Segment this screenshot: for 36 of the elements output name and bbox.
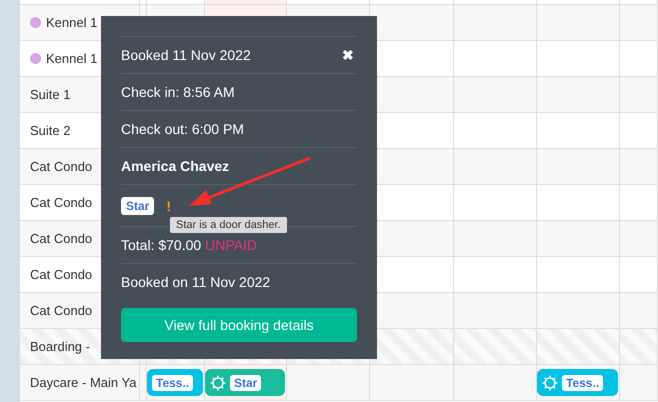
customer-name: America Chavez	[121, 158, 230, 174]
sun-icon	[542, 374, 558, 390]
booking-bar[interactable]: Star	[205, 369, 285, 396]
row-label: Cat Condo	[30, 159, 92, 174]
row-label: Cat Condo	[30, 267, 92, 282]
check-in-time: Check in: 8:56 AM	[121, 84, 235, 100]
table-cell	[620, 113, 658, 149]
table-cell	[620, 77, 658, 113]
table-cell	[620, 293, 658, 329]
row-label: Daycare - Main Ya	[30, 375, 136, 390]
booking-bar[interactable]: Tess..	[147, 369, 203, 396]
view-details-button[interactable]: View full booking details	[121, 308, 357, 342]
tooltip: Star is a door dasher.	[170, 217, 287, 233]
total-amount: Total: $70.00 UNPAID	[121, 237, 258, 253]
pet-tag: Star	[121, 196, 154, 214]
row-label: Kennel 1	[46, 15, 98, 30]
alert-mark[interactable]: !	[166, 198, 172, 214]
booked-date: Booked 11 Nov 2022	[121, 47, 251, 63]
row-label: Kennel 1	[46, 51, 98, 66]
row-label: Cat Condo	[30, 195, 92, 210]
table-cell	[620, 149, 658, 185]
booked-on-date: Booked on 11 Nov 2022	[121, 274, 270, 290]
table-cell	[620, 41, 658, 77]
table-cell	[620, 5, 658, 41]
row-label: Suite 2	[30, 123, 70, 138]
close-icon[interactable]: ✖	[342, 47, 354, 63]
row-label: Boarding -	[30, 339, 90, 354]
row-label: Cat Condo	[30, 303, 92, 318]
row-label: Cat Condo	[30, 231, 92, 246]
booking-bar[interactable]: Tess..	[537, 369, 618, 396]
table-cell	[620, 221, 658, 257]
table-cell	[620, 185, 658, 221]
sun-icon	[210, 374, 226, 390]
row-label: Suite 1	[30, 87, 70, 102]
table-cell	[620, 257, 658, 293]
check-out-time: Check out: 6:00 PM	[121, 121, 244, 137]
